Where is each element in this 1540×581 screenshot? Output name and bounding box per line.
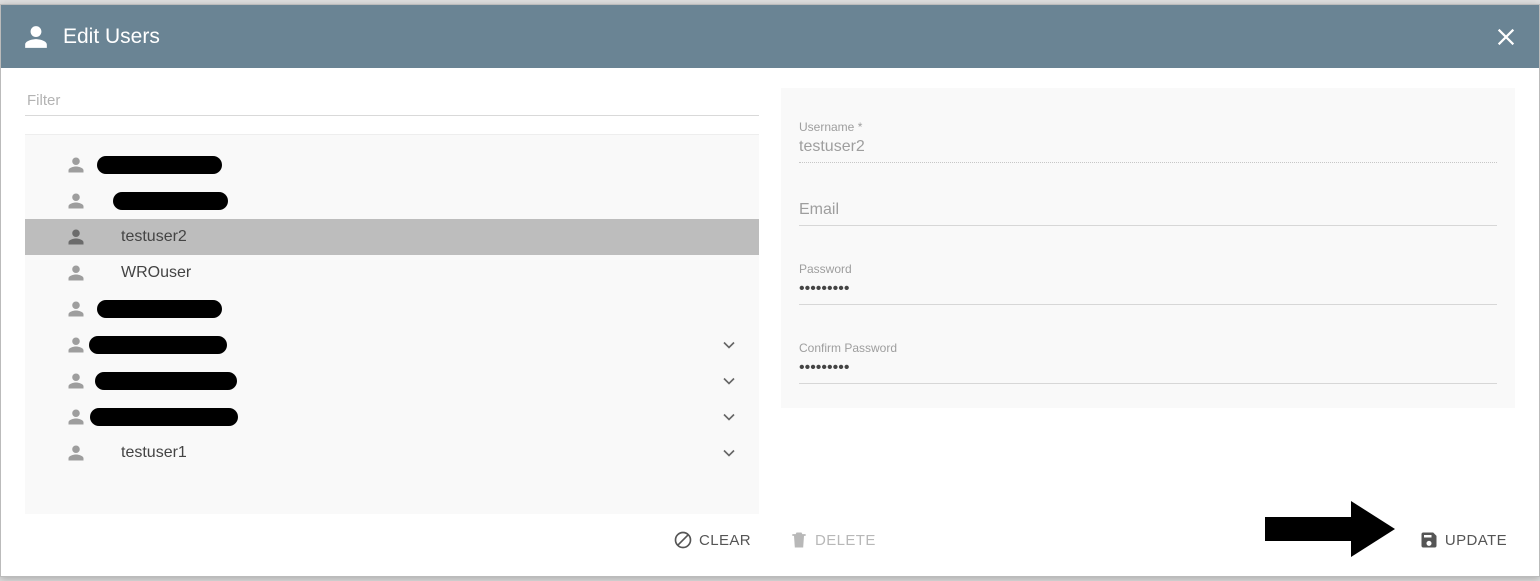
trash-icon (789, 530, 809, 550)
redacted-label (95, 372, 237, 390)
redacted-label (113, 192, 228, 210)
redacted-label (97, 156, 222, 174)
user-row[interactable] (25, 147, 759, 183)
clear-icon (673, 530, 693, 550)
person-icon (65, 372, 87, 390)
user-row[interactable] (25, 183, 759, 219)
person-icon (65, 156, 87, 174)
dialog-title: Edit Users (63, 25, 160, 49)
redacted-label (89, 336, 227, 354)
right-actions: DELETE UPDATE (781, 510, 1515, 556)
user-row[interactable]: testuser2 (25, 219, 759, 255)
user-row[interactable] (25, 363, 759, 399)
person-icon (23, 24, 49, 50)
dialog-header: Edit Users (1, 5, 1539, 68)
user-row[interactable]: WROuser (25, 255, 759, 291)
dialog-header-left: Edit Users (23, 24, 160, 50)
person-icon (65, 300, 87, 318)
redacted-label (97, 300, 222, 318)
delete-label: DELETE (815, 532, 876, 549)
filter-field (25, 88, 759, 116)
delete-button[interactable]: DELETE (781, 524, 884, 556)
clear-label: CLEAR (699, 532, 751, 549)
filter-input[interactable] (25, 88, 759, 116)
user-list[interactable]: testuser2 WROuser testuser1 (25, 134, 759, 514)
redacted-label (90, 408, 238, 426)
user-row[interactable] (25, 291, 759, 327)
person-icon (65, 408, 87, 426)
person-icon (65, 444, 87, 462)
person-icon (65, 192, 87, 210)
user-row[interactable]: testuser1 (25, 435, 759, 471)
chevron-down-icon[interactable] (719, 371, 739, 391)
chevron-down-icon[interactable] (719, 407, 739, 427)
left-actions: CLEAR (25, 514, 759, 556)
user-row[interactable] (25, 327, 759, 363)
update-button[interactable]: UPDATE (1411, 524, 1515, 556)
update-label: UPDATE (1445, 532, 1507, 549)
username-label: Username * (799, 120, 1497, 134)
chevron-down-icon[interactable] (719, 443, 739, 463)
user-label: WROuser (121, 264, 191, 282)
password-field: Password (799, 262, 1497, 305)
user-label: testuser1 (121, 444, 187, 462)
password-label: Password (799, 262, 1497, 276)
person-icon (65, 264, 87, 282)
edit-users-dialog: Edit Users testuser2 WROuser testuser1 CLE… (0, 4, 1540, 577)
dialog-body: testuser2 WROuser testuser1 CLEAR Username… (1, 68, 1539, 576)
form-column: Username * Email Password Confirm Passwo… (781, 88, 1515, 556)
username-input (799, 136, 1497, 163)
save-icon (1419, 530, 1439, 550)
confirm-password-input[interactable] (799, 357, 1497, 384)
clear-button[interactable]: CLEAR (665, 524, 759, 556)
person-icon (65, 336, 87, 354)
confirm-password-label: Confirm Password (799, 341, 1497, 355)
form-panel: Username * Email Password Confirm Passwo… (781, 88, 1515, 408)
close-button[interactable] (1495, 26, 1517, 48)
username-field: Username * (799, 120, 1497, 163)
confirm-password-field: Confirm Password (799, 341, 1497, 384)
user-row[interactable] (25, 399, 759, 435)
person-icon (65, 228, 87, 246)
email-input[interactable] (799, 199, 1497, 226)
email-field: Email (799, 199, 1497, 226)
chevron-down-icon[interactable] (719, 335, 739, 355)
password-input[interactable] (799, 278, 1497, 305)
user-list-column: testuser2 WROuser testuser1 CLEAR (25, 88, 759, 556)
user-label: testuser2 (121, 228, 187, 246)
